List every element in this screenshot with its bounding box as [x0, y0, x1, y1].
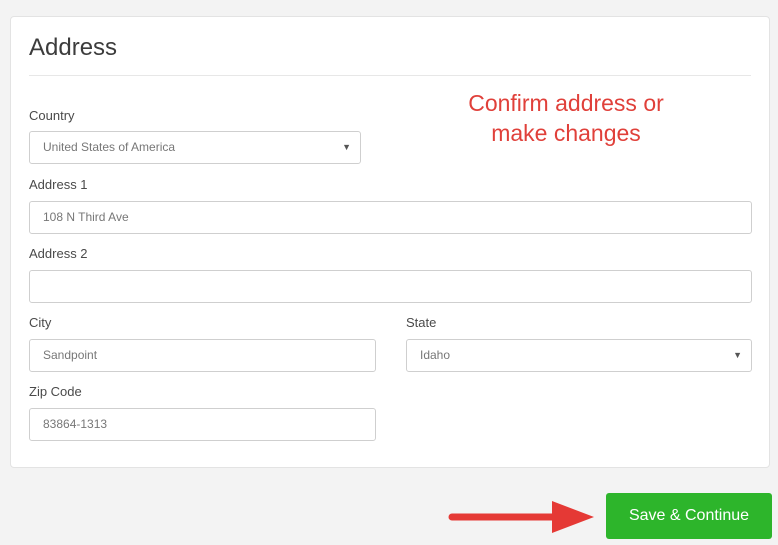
zip-input[interactable]: 83864-1313 — [29, 408, 376, 441]
address1-label: Address 1 — [29, 177, 88, 192]
address-card — [10, 16, 770, 468]
page-title: Address — [29, 34, 118, 61]
city-input[interactable]: Sandpoint — [29, 339, 376, 372]
annotation-line-2: make changes — [491, 120, 641, 146]
country-value: United States of America — [43, 140, 176, 154]
state-label: State — [406, 315, 437, 330]
zip-value: 83864-1313 — [43, 417, 108, 431]
address1-input[interactable]: 108 N Third Ave — [29, 201, 752, 234]
country-label: Country — [29, 108, 75, 123]
address1-value: 108 N Third Ave — [43, 210, 129, 224]
arrow-right-icon — [448, 501, 594, 533]
divider — [29, 75, 751, 76]
address2-input[interactable] — [29, 270, 752, 303]
country-select[interactable]: United States of America ▼ — [29, 131, 361, 164]
address2-label: Address 2 — [29, 246, 88, 261]
zip-label: Zip Code — [29, 384, 82, 399]
save-continue-button[interactable]: Save & Continue — [606, 493, 772, 539]
caret-down-icon: ▼ — [733, 350, 742, 360]
annotation-line-1: Confirm address or — [468, 90, 664, 116]
state-select[interactable]: Idaho ▼ — [406, 339, 752, 372]
caret-down-icon: ▼ — [342, 142, 351, 152]
city-label: City — [29, 315, 52, 330]
annotation-callout: Confirm address or make changes — [436, 88, 696, 148]
state-value: Idaho — [420, 348, 451, 362]
city-value: Sandpoint — [43, 348, 98, 362]
